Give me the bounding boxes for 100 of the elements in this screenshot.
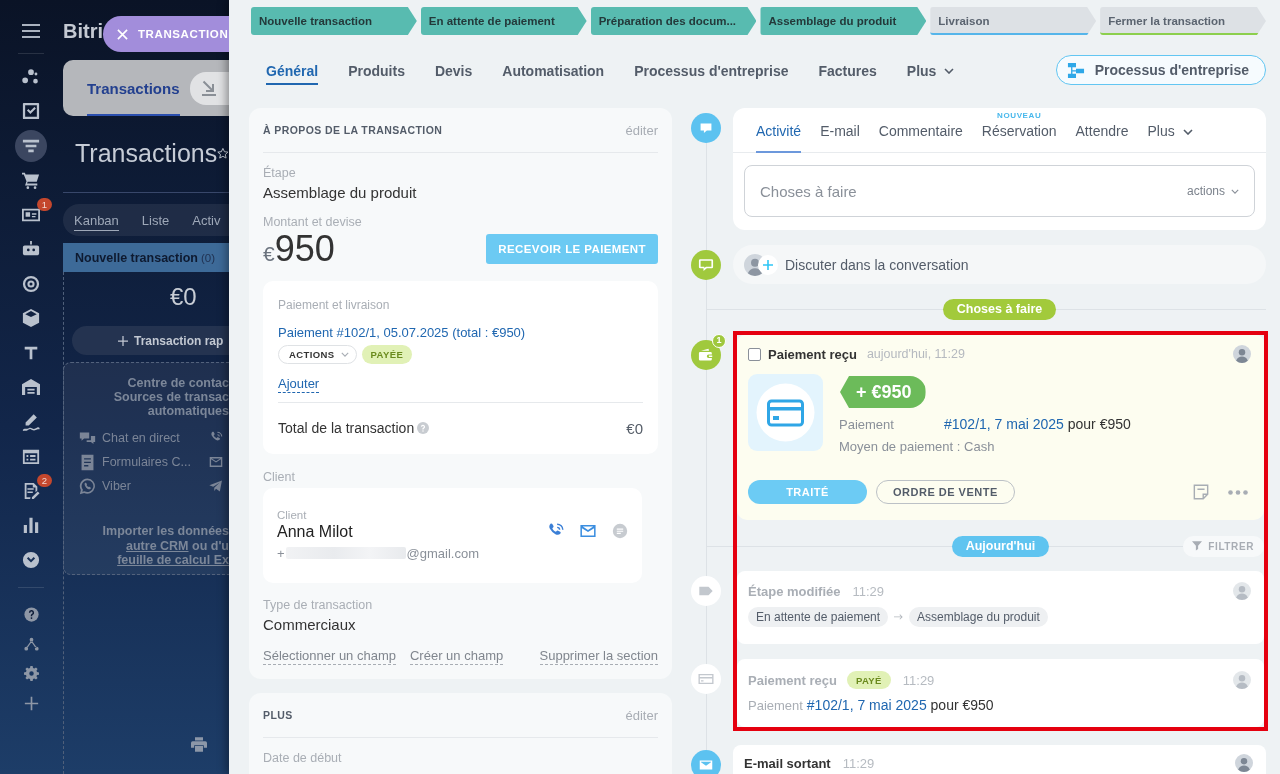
chevron-down-icon [22, 550, 40, 569]
paper-plane-icon[interactable] [209, 479, 223, 493]
history-time: 11:29 [902, 672, 935, 688]
section-divider-label: Aujourd'hui [951, 535, 1050, 557]
avatar-icon [1233, 582, 1251, 600]
sidebar-item[interactable] [22, 378, 40, 396]
field-label: Type de transaction [263, 597, 374, 613]
star-icon[interactable] [217, 146, 229, 160]
sidebar-item[interactable] [22, 309, 40, 327]
plus-icon [118, 335, 128, 346]
tab[interactable]: Processus d'entreprise [634, 55, 789, 85]
total-label: Total de la transaction [278, 420, 415, 436]
tab[interactable]: Automatisation [502, 55, 605, 85]
cube-icon [22, 309, 40, 327]
todo-input[interactable]: Choses à faire actions [744, 165, 1255, 217]
help-icon[interactable] [23, 607, 39, 623]
stage-chip: En attente de paiement [748, 607, 889, 627]
warehouse-icon [22, 378, 40, 396]
tab[interactable]: Plus [906, 55, 955, 85]
checkbox[interactable] [748, 347, 761, 361]
caret-icon [1231, 188, 1239, 194]
sidebar-item[interactable] [15, 129, 47, 162]
quick-add-button[interactable]: Transaction rap [72, 326, 229, 355]
sidebar-item[interactable] [22, 516, 40, 534]
payment-link[interactable]: #102/1, 7 mai 2025 [944, 416, 1064, 432]
cart-icon [22, 171, 40, 189]
tab[interactable]: Transactions [87, 60, 180, 116]
tab[interactable]: Plus [1147, 122, 1193, 153]
source-label[interactable]: Formulaires C... [102, 455, 191, 469]
sidebar-item[interactable] [22, 447, 40, 465]
tab[interactable]: Réservation [981, 122, 1057, 153]
tab[interactable]: Produits [348, 55, 405, 85]
menu-icon[interactable] [22, 24, 40, 38]
caret-icon [944, 67, 955, 74]
settings-icon[interactable] [23, 666, 39, 682]
tab[interactable]: Devis [434, 55, 473, 85]
sidebar-item[interactable] [22, 274, 40, 293]
sidebar-item[interactable] [22, 550, 40, 569]
column-count: (0) [200, 251, 215, 264]
credit-card-icon [748, 374, 823, 451]
stage-chip: Assemblage du produit [909, 607, 1048, 627]
sidebar-item[interactable] [22, 102, 40, 120]
mail-icon[interactable] [580, 522, 596, 539]
printer-icon[interactable] [191, 737, 207, 752]
stage-step[interactable]: Préparation des docum... [590, 7, 757, 35]
sidebar-item[interactable] [22, 412, 40, 431]
sidebar-item[interactable] [22, 481, 40, 500]
stage-step[interactable]: En attente de paiement [420, 7, 587, 35]
process-button[interactable]: Processus d'entreprise [1055, 55, 1266, 85]
status-badge: PAYÉE [361, 345, 413, 364]
tab[interactable]: Activité [756, 122, 802, 153]
field-action-link[interactable]: Sélectionner un champ [263, 647, 396, 665]
view-tab[interactable]: Kanban [74, 209, 119, 231]
total-value: €0 [626, 419, 643, 437]
tab[interactable]: Commentaire [878, 122, 963, 153]
filter-icon [1192, 541, 1203, 551]
chat-prompt[interactable]: Discuter dans la conversation [733, 245, 1266, 284]
view-tab[interactable]: Liste [141, 209, 170, 231]
counter-badge: 1 [712, 334, 726, 348]
tab[interactable]: Factures [818, 55, 877, 85]
view-tab[interactable]: Activ [192, 209, 221, 231]
payment-summary: Paiement #102/1, 7 mai 2025 pour €950 [748, 696, 994, 715]
plus-icon[interactable] [23, 696, 39, 712]
import-link[interactable]: feuille de calcul Ex [117, 553, 229, 567]
sidebar-item[interactable] [22, 171, 40, 189]
source-label[interactable]: Chat en direct [102, 431, 180, 445]
stage-step[interactable]: Fermer la transaction [1100, 7, 1266, 35]
column-title: Nouvelle transaction [75, 250, 198, 265]
payment-link[interactable]: Paiement #102/1, 05.07.2025 (total : €950) [278, 324, 526, 342]
payment-link[interactable]: #102/1, 7 mai 2025 [806, 697, 927, 713]
stage-step[interactable]: Assemblage du produit [760, 7, 927, 35]
network-icon[interactable] [23, 636, 39, 652]
sidebar-item[interactable] [22, 67, 40, 86]
currency-symbol: € [263, 242, 275, 266]
import-link[interactable]: autre CRM [126, 538, 189, 553]
detail-label: Paiement [839, 416, 895, 432]
import-text: Importer les données autre CRM ou d'u feuille de calcul Ex [102, 524, 229, 568]
signature-icon [22, 412, 40, 431]
tag-icon [691, 576, 721, 606]
actions-dropdown[interactable]: actions [1186, 184, 1239, 198]
field-label: Montant et devise [263, 214, 363, 230]
client-name[interactable]: Anna Milot [277, 522, 353, 542]
checkbox-icon [22, 102, 40, 120]
stage-step[interactable]: Livraison [930, 7, 1097, 35]
column-total: €0 [170, 284, 197, 310]
document-edit-icon [22, 481, 40, 500]
sidebar-item[interactable] [22, 240, 40, 258]
tab[interactable]: Attendre [1075, 122, 1129, 153]
field-action-link[interactable]: Créer un champ [410, 647, 504, 665]
field-action-link[interactable]: Supprimer la section [539, 647, 658, 665]
stage-step[interactable]: Nouvelle transaction [251, 7, 417, 35]
section-divider-label: Choses à faire [942, 298, 1057, 320]
tab[interactable]: E-mail [820, 122, 860, 153]
activity-time: 11:29 [842, 755, 875, 771]
robot-icon [22, 240, 40, 258]
source-label[interactable]: Viber [102, 479, 131, 493]
mail-icon[interactable] [209, 455, 223, 469]
section-title: À PROPOS DE LA TRANSACTION [263, 124, 443, 136]
tab[interactable]: Général [266, 55, 319, 85]
add-link[interactable]: Ajouter [278, 375, 320, 393]
